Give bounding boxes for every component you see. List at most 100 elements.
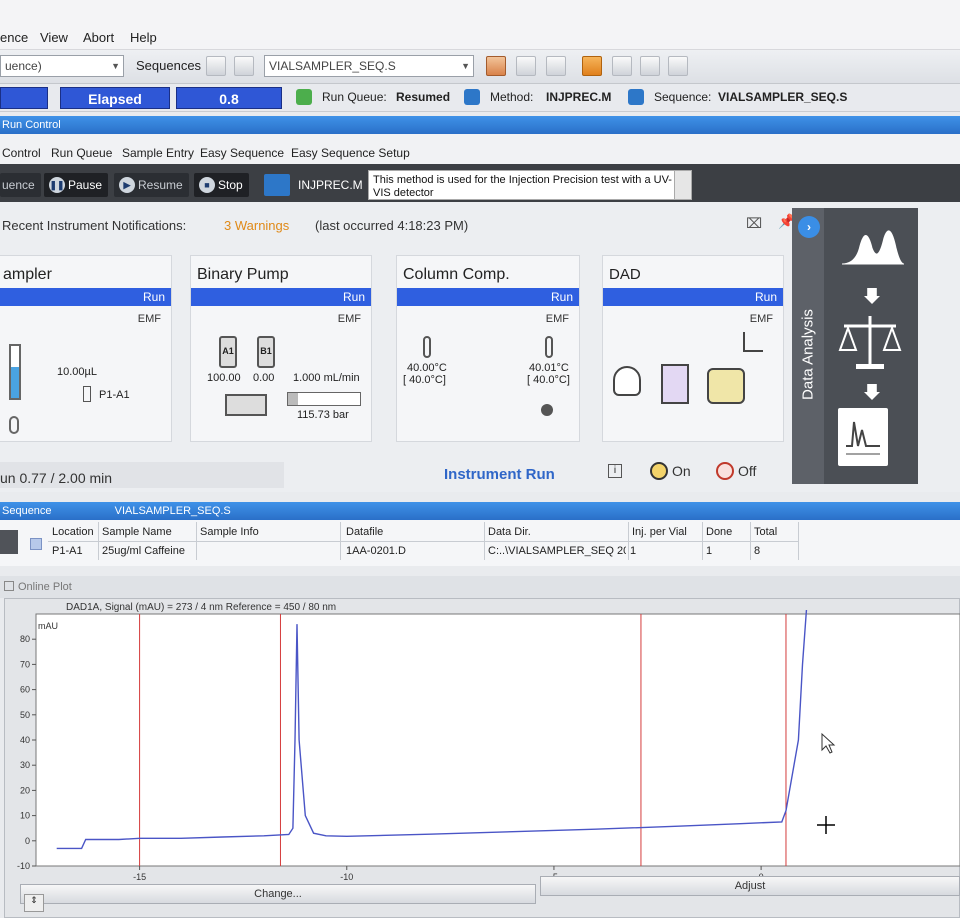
col-sample-name[interactable]: Sample Name [102,526,172,538]
cell-inj-per-vial[interactable]: 1 [630,545,636,557]
arrow-down-icon [864,288,880,304]
menu-sequence[interactable]: ence [0,30,28,45]
tab-sample-entry[interactable]: Sample Entry [122,146,194,160]
on-button[interactable]: On [672,463,691,479]
sequence-title: Sequence [2,505,52,517]
view-select[interactable]: uence) ▼ [0,55,124,77]
cell-data-dir[interactable]: C:..\VIALSAMPLER_SEQ 2026 [488,545,626,557]
cell-location[interactable]: P1-A1 [52,545,83,557]
pressure-gauge [287,392,361,406]
menu-abort[interactable]: Abort [83,30,114,45]
add-icon[interactable] [541,404,553,416]
tab-easy-sequence[interactable]: Easy Sequence [200,146,284,160]
instrument-run-label: Instrument Run [444,466,555,483]
col-done[interactable]: Done [706,526,732,538]
tab-run-queue[interactable]: Run Queue [51,146,112,160]
sequence-name: VIALSAMPLER_SEQ.S [114,505,231,517]
clear-notifications-icon[interactable]: ⌧ [746,215,762,232]
layout-view-icon[interactable] [486,56,506,76]
sequence-save-icon[interactable] [234,56,254,76]
menu-view[interactable]: View [40,30,68,45]
y-tick-label: 10 [20,811,30,821]
report-icon[interactable] [612,56,632,76]
warnings-link[interactable]: 3 Warnings [224,218,289,233]
sampler-position: P1-A1 [99,389,130,401]
power-on-icon[interactable] [650,462,668,480]
sequence-label: Sequence: [654,90,712,104]
pause-label: Pause [68,178,103,192]
y-tick-label: 0 [25,836,30,846]
pump-b-percent: 0.00 [253,372,275,384]
action-method-name[interactable]: INJPREC.M [298,178,363,192]
book-icon[interactable] [582,56,602,76]
module-column-emf: EMF [545,313,569,325]
cell-done[interactable]: 1 [706,545,712,557]
cell-datafile[interactable]: 1AA-0201.D [346,545,406,557]
tab-control[interactable]: Control [2,146,41,160]
menu-help[interactable]: Help [130,30,157,45]
module-dad[interactable]: DAD Run EMF [602,255,784,442]
change-button[interactable]: Change... [20,884,536,904]
col-sample-info[interactable]: Sample Info [200,526,259,538]
pump-pressure: 115.73 bar [297,409,349,421]
spin-arrows-icon[interactable]: ⇕ [24,894,44,912]
stop-button[interactable]: ■ Stop [194,173,249,197]
column-right-temp: 40.01°C [529,362,569,374]
lamp-icon [613,366,641,396]
col-total[interactable]: Total [754,526,777,538]
col-inj-per-vial[interactable]: Inj. per Vial [632,526,687,538]
thermometer-right-icon [545,336,553,358]
sequence-select[interactable]: VIALSAMPLER_SEQ.S ▼ [264,55,474,77]
pump-heads-icon [225,394,267,416]
chromatogram-icon [841,230,905,265]
status-indicator [0,87,48,109]
adjust-button[interactable]: Adjust [540,876,960,896]
module-binary-pump[interactable]: Binary Pump Run EMF A1 B1 100.00 0.00 1.… [190,255,372,442]
module-dad-status: Run [603,288,783,306]
col-datafile[interactable]: Datafile [346,526,383,538]
sequence-load-icon[interactable] [206,56,226,76]
expand-arrow-icon[interactable] [0,530,18,554]
module-sampler[interactable]: ampler Run EMF 10.00µL P1-A1 [0,255,172,442]
y-tick-label: 70 [20,659,30,669]
chevron-right-icon[interactable]: › [798,216,820,238]
data-analysis-label: Data Analysis [799,309,817,400]
scroll-handle[interactable] [674,170,692,200]
sequence-button[interactable]: uence [0,173,41,197]
module-pump-emf: EMF [337,313,361,325]
sequence-value[interactable]: VIALSAMPLER_SEQ.S [718,90,847,104]
flowcell-icon [661,364,689,404]
info-icon[interactable]: i [608,464,622,478]
col-location[interactable]: Location [52,526,94,538]
power-off-icon[interactable] [716,462,734,480]
layout-split-icon[interactable] [516,56,536,76]
online-plot-chart[interactable]: -1001020304050607080 -15-10-50 mAU [0,610,960,886]
tab-easy-sequence-setup[interactable]: Easy Sequence Setup [291,146,410,160]
print-icon[interactable] [668,56,688,76]
resume-button[interactable]: ▶ Resume [114,173,189,197]
report-icon [838,408,888,466]
row-selector[interactable] [30,538,42,550]
module-column-comp[interactable]: Column Comp. Run EMF 40.00°C [ 40.0°C] 4… [396,255,580,442]
method-book-icon [464,89,480,105]
sequence-icon [628,89,644,105]
elapsed-value: 0.8 [176,87,282,109]
copy-icon[interactable] [640,56,660,76]
data-analysis-tab[interactable]: › Data Analysis [792,208,824,484]
cell-sample-name[interactable]: 25ug/ml Caffeine [102,545,185,557]
elapsed-label: Elapsed [60,87,170,109]
method-label: Method: [490,90,534,104]
arrow-down-icon [864,384,880,400]
run-progress: un 0.77 / 2.00 min [0,470,113,486]
y-tick-label: -10 [17,861,30,871]
data-analysis-panel[interactable]: › Data Analysis [792,208,918,484]
method-value[interactable]: INJPREC.M [546,90,611,104]
play-icon: ▶ [119,177,135,193]
off-button[interactable]: Off [738,463,756,479]
run-control-title: Run Control [0,116,960,134]
col-data-dir[interactable]: Data Dir. [488,526,531,538]
layout-table-icon[interactable] [546,56,566,76]
cell-total[interactable]: 8 [754,545,760,557]
run-queue-label: Run Queue: [322,90,387,104]
pause-button[interactable]: ❚❚ Pause [44,173,109,197]
